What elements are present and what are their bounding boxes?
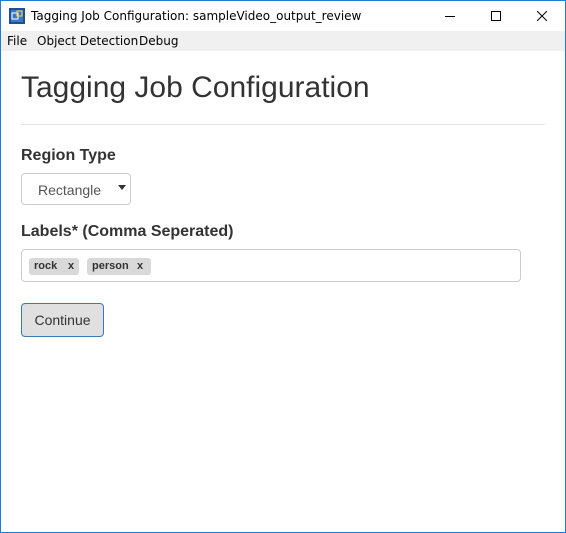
minimize-icon — [445, 16, 455, 17]
menu-bar: File Object Detection Debug — [1, 31, 565, 51]
continue-button[interactable]: Continue — [21, 303, 104, 337]
region-type-select[interactable]: Rectangle — [21, 173, 131, 205]
app-window: Tagging Job Configuration: sampleVideo_o… — [0, 0, 566, 533]
menu-file[interactable]: File — [7, 34, 27, 48]
tag-remove-button[interactable]: x — [137, 260, 143, 272]
tag-label: person — [92, 260, 129, 272]
caret-down-icon — [118, 185, 126, 190]
labels-tags-input[interactable]: rock x person x — [21, 249, 521, 282]
title-bar[interactable]: Tagging Job Configuration: sampleVideo_o… — [1, 1, 565, 31]
region-type-label: Region Type — [21, 147, 116, 164]
maximize-icon — [491, 11, 501, 21]
close-icon — [537, 11, 547, 21]
close-button[interactable] — [519, 1, 565, 31]
region-type-value: Rectangle — [38, 182, 102, 198]
labels-label: Labels* (Comma Seperated) — [21, 223, 234, 240]
window-title: Tagging Job Configuration: sampleVideo_o… — [31, 9, 362, 23]
menu-debug[interactable]: Debug — [139, 34, 178, 48]
menu-object-detection[interactable]: Object Detection — [37, 34, 138, 48]
vott-app-icon — [9, 8, 25, 24]
page-title: Tagging Job Configuration — [21, 71, 370, 104]
tag-person: person x — [87, 258, 151, 275]
title-divider — [21, 124, 545, 125]
tag-remove-button[interactable]: x — [68, 260, 74, 272]
tag-label: rock — [34, 260, 58, 272]
maximize-button[interactable] — [473, 1, 519, 31]
tag-rock: rock x — [29, 258, 79, 275]
minimize-button[interactable] — [427, 1, 473, 31]
